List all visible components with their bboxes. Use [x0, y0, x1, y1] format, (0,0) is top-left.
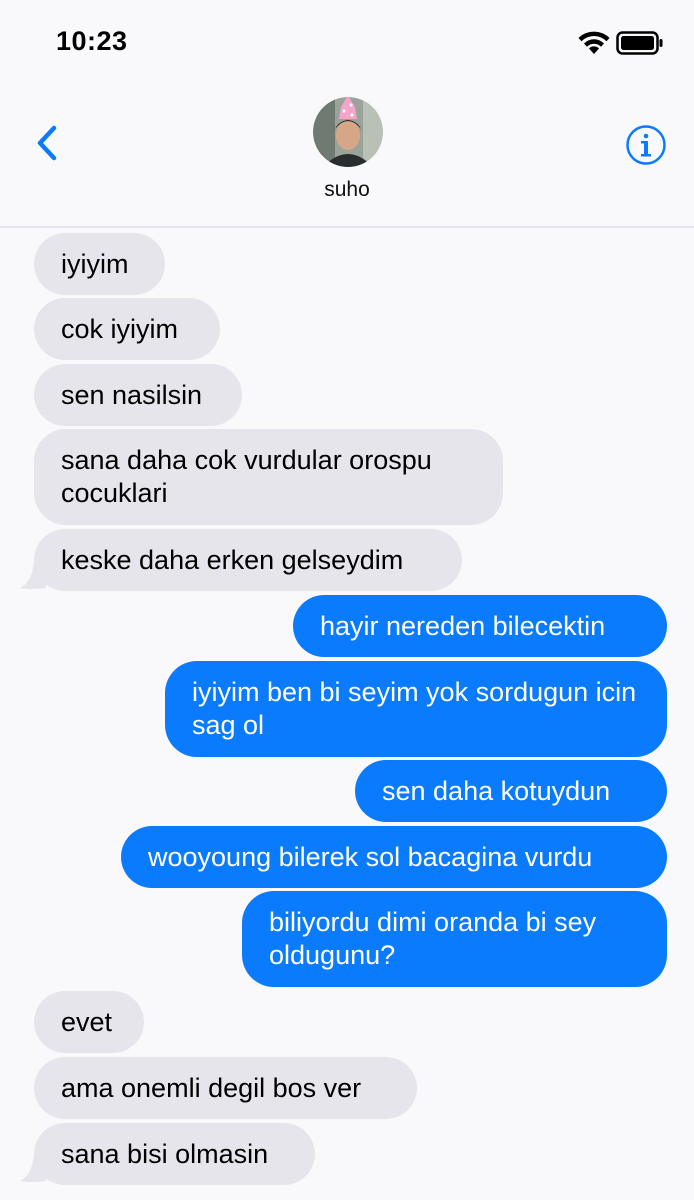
message-text: sana daha cok vurdular orospu cocuklari — [61, 445, 432, 508]
message-text: sen nasilsin — [61, 380, 203, 410]
message-bubble-received[interactable]: iyiyim — [34, 233, 165, 295]
message-bubble-received[interactable]: evet — [34, 991, 144, 1053]
message-bubble-sent[interactable]: sen daha kotuydun — [355, 760, 667, 822]
wifi-icon — [578, 31, 610, 54]
status-bar: 10:23 — [0, 0, 694, 88]
message-bubble-received[interactable]: sana bisi olmasin — [34, 1123, 315, 1185]
status-time: 10:23 — [56, 26, 128, 56]
message-text: wooyoung bilerek sol bacagina vurdu — [148, 842, 593, 872]
contact-name[interactable]: suho — [247, 178, 447, 202]
conversation-header: suho — [0, 88, 694, 228]
back-chevron-icon[interactable] — [28, 118, 68, 168]
message-text: ama onemli degil bos ver — [61, 1073, 362, 1103]
message-list[interactable]: iyiyim cok iyiyim sen nasilsin sana daha… — [0, 230, 694, 1200]
message-bubble-sent[interactable]: wooyoung bilerek sol bacagina vurdu — [121, 826, 667, 888]
message-text: biliyordu dimi oranda bi sey oldugunu? — [269, 907, 597, 970]
message-text: sana bisi olmasin — [61, 1139, 269, 1169]
avatar[interactable] — [313, 97, 383, 167]
message-bubble-received[interactable]: keske daha erken gelseydim — [34, 529, 462, 591]
message-bubble-received[interactable]: cok iyiyim — [34, 298, 220, 360]
message-bubble-sent[interactable]: biliyordu dimi oranda bi sey oldugunu? — [242, 891, 667, 987]
battery-icon — [616, 31, 663, 55]
message-text: sen daha kotuydun — [382, 776, 611, 806]
messages-screen: 10:23 suho iyiyim cok iyiyim sen nasilsi… — [0, 0, 694, 1200]
info-icon[interactable] — [625, 124, 667, 166]
message-bubble-sent[interactable]: hayir nereden bilecektin — [293, 595, 667, 657]
message-text: keske daha erken gelseydim — [61, 545, 404, 575]
message-text: iyiyim — [61, 249, 129, 279]
message-text: evet — [61, 1007, 113, 1037]
message-bubble-received[interactable]: ama onemli degil bos ver — [34, 1057, 417, 1119]
message-bubble-received[interactable]: sen nasilsin — [34, 364, 242, 426]
message-text: iyiyim ben bi seyim yok sordugun icin sa… — [192, 677, 637, 740]
message-text: hayir nereden bilecektin — [320, 611, 606, 641]
message-text: cok iyiyim — [61, 314, 179, 344]
message-bubble-sent[interactable]: iyiyim ben bi seyim yok sordugun icin sa… — [165, 661, 667, 757]
message-bubble-received[interactable]: sana daha cok vurdular orospu cocuklari — [34, 429, 503, 525]
